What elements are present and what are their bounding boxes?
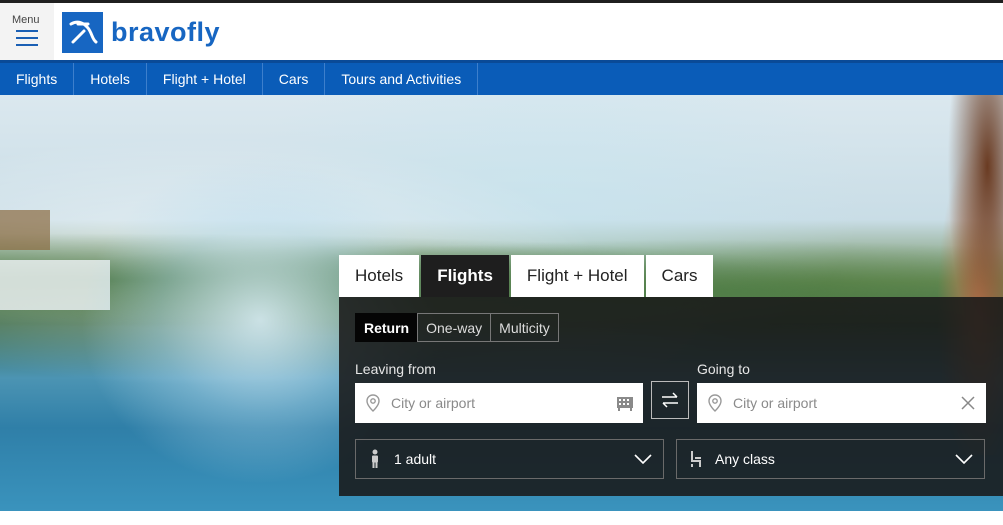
person-icon	[356, 449, 394, 469]
passengers-select[interactable]: 1 adult	[355, 439, 664, 479]
brand-logo[interactable]: bravofly	[62, 11, 220, 53]
chevron-down-icon	[623, 454, 663, 464]
leaving-from-label: Leaving from	[355, 361, 436, 377]
search-tabs: Hotels Flights Flight + Hotel Cars	[339, 255, 715, 297]
hamburger-icon	[16, 30, 38, 48]
leaving-from-field[interactable]: City or airport	[355, 383, 643, 423]
brand-name: bravofly	[111, 16, 221, 47]
flight-search-panel: Return One-way Multicity Leaving from Ci…	[339, 297, 1003, 496]
trip-type-return[interactable]: Return	[355, 313, 419, 342]
going-to-field[interactable]: City or airport	[697, 383, 986, 423]
going-to-placeholder: City or airport	[733, 395, 818, 411]
main-nav: Flights Hotels Flight + Hotel Cars Tours…	[0, 60, 1003, 95]
cabin-class-select[interactable]: Any class	[676, 439, 985, 479]
menu-button[interactable]: Menu	[0, 3, 54, 60]
menu-label: Menu	[12, 14, 40, 26]
trip-type-selector: Return One-way Multicity	[355, 313, 559, 342]
going-to-label: Going to	[697, 361, 750, 377]
leaving-from-placeholder: City or airport	[391, 395, 476, 411]
nav-item-cars[interactable]: Cars	[263, 63, 326, 95]
tab-cars[interactable]: Cars	[645, 255, 714, 297]
clear-icon[interactable]	[950, 395, 986, 411]
top-header: Menu bravofly	[0, 0, 1003, 60]
chevron-down-icon	[944, 454, 984, 464]
tab-flight-hotel[interactable]: Flight + Hotel	[510, 255, 644, 297]
tab-flights[interactable]: Flights	[421, 255, 509, 297]
seat-icon	[677, 450, 715, 468]
location-pin-icon	[355, 394, 391, 412]
passengers-value: 1 adult	[394, 451, 437, 467]
hero-roof	[0, 210, 50, 250]
swap-arrows-icon	[662, 392, 678, 408]
trip-type-multicity[interactable]: Multicity	[490, 313, 559, 342]
trip-type-one-way[interactable]: One-way	[417, 313, 492, 342]
nav-item-flight-hotel[interactable]: Flight + Hotel	[147, 63, 263, 95]
swap-airports-button[interactable]	[651, 381, 689, 419]
bravofly-logo-icon	[62, 11, 103, 53]
cabin-class-value: Any class	[715, 451, 775, 467]
location-pin-icon	[697, 394, 733, 412]
building-icon	[607, 395, 643, 411]
nav-item-hotels[interactable]: Hotels	[74, 63, 147, 95]
tab-hotels[interactable]: Hotels	[339, 255, 420, 297]
nav-item-tours[interactable]: Tours and Activities	[325, 63, 479, 95]
nav-item-flights[interactable]: Flights	[0, 63, 75, 95]
